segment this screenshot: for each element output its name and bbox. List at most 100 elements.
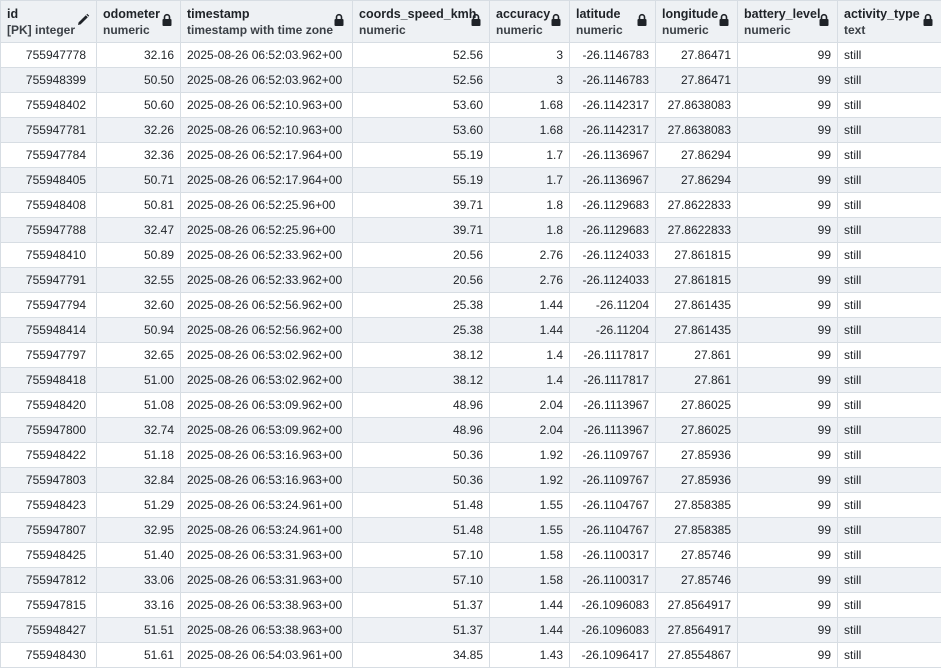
cell-longitude[interactable]: 27.86025: [655, 417, 738, 443]
cell-coords-speed-kmh[interactable]: 38.12: [352, 367, 490, 393]
cell-odometer[interactable]: 50.71: [96, 167, 181, 193]
cell-id[interactable]: 755948414: [0, 317, 97, 343]
cell-accuracy[interactable]: 1.55: [489, 492, 570, 518]
table-row[interactable]: 755948418 51.00 2025-08-26 06:53:02.962+00…: [0, 367, 941, 393]
cell-activity-type[interactable]: still: [837, 592, 941, 618]
cell-activity-type[interactable]: still: [837, 92, 941, 118]
cell-battery-level[interactable]: 99: [737, 592, 838, 618]
cell-latitude[interactable]: -26.1129683: [569, 192, 656, 218]
cell-id[interactable]: 755948422: [0, 442, 97, 468]
cell-latitude[interactable]: -26.1146783: [569, 42, 656, 68]
cell-battery-level[interactable]: 99: [737, 242, 838, 268]
cell-longitude[interactable]: 27.858385: [655, 492, 738, 518]
cell-accuracy[interactable]: 1.44: [489, 292, 570, 318]
cell-longitude[interactable]: 27.8564917: [655, 617, 738, 643]
cell-activity-type[interactable]: still: [837, 217, 941, 243]
cell-longitude[interactable]: 27.85936: [655, 467, 738, 493]
cell-longitude[interactable]: 27.858385: [655, 517, 738, 543]
cell-battery-level[interactable]: 99: [737, 317, 838, 343]
column-header-latitude[interactable]: latitude numeric: [569, 0, 656, 43]
cell-latitude[interactable]: -26.1096083: [569, 592, 656, 618]
cell-id[interactable]: 755947778: [0, 42, 97, 68]
cell-timestamp[interactable]: 2025-08-26 06:53:31.963+00: [180, 542, 353, 568]
cell-latitude[interactable]: -26.1100317: [569, 567, 656, 593]
cell-activity-type[interactable]: still: [837, 42, 941, 68]
cell-id[interactable]: 755948405: [0, 167, 97, 193]
cell-timestamp[interactable]: 2025-08-26 06:52:17.964+00: [180, 142, 353, 168]
cell-longitude[interactable]: 27.86471: [655, 42, 738, 68]
cell-timestamp[interactable]: 2025-08-26 06:53:24.961+00: [180, 517, 353, 543]
cell-battery-level[interactable]: 99: [737, 117, 838, 143]
cell-longitude[interactable]: 27.85936: [655, 442, 738, 468]
cell-odometer[interactable]: 32.47: [96, 217, 181, 243]
cell-timestamp[interactable]: 2025-08-26 06:52:03.962+00: [180, 67, 353, 93]
cell-timestamp[interactable]: 2025-08-26 06:53:38.963+00: [180, 617, 353, 643]
cell-accuracy[interactable]: 1.58: [489, 567, 570, 593]
column-header-id[interactable]: id [PK] integer: [0, 0, 97, 43]
cell-latitude[interactable]: -26.1146783: [569, 67, 656, 93]
cell-longitude[interactable]: 27.86025: [655, 392, 738, 418]
column-header-coords-speed-kmh[interactable]: coords_speed_kmh numeric: [352, 0, 490, 43]
cell-accuracy[interactable]: 1.8: [489, 192, 570, 218]
cell-coords-speed-kmh[interactable]: 52.56: [352, 67, 490, 93]
cell-longitude[interactable]: 27.86471: [655, 67, 738, 93]
table-row[interactable]: 755948422 51.18 2025-08-26 06:53:16.963+00…: [0, 442, 941, 468]
cell-coords-speed-kmh[interactable]: 50.36: [352, 467, 490, 493]
table-row[interactable]: 755948423 51.29 2025-08-26 06:53:24.961+00…: [0, 492, 941, 518]
cell-accuracy[interactable]: 1.4: [489, 342, 570, 368]
cell-timestamp[interactable]: 2025-08-26 06:52:10.963+00: [180, 92, 353, 118]
cell-activity-type[interactable]: still: [837, 242, 941, 268]
cell-battery-level[interactable]: 99: [737, 392, 838, 418]
cell-activity-type[interactable]: still: [837, 317, 941, 343]
cell-timestamp[interactable]: 2025-08-26 06:53:38.963+00: [180, 592, 353, 618]
cell-timestamp[interactable]: 2025-08-26 06:54:03.961+00: [180, 642, 353, 668]
table-row[interactable]: 755947778 32.16 2025-08-26 06:52:03.962+00…: [0, 42, 941, 68]
cell-id[interactable]: 755948399: [0, 67, 97, 93]
cell-id[interactable]: 755947815: [0, 592, 97, 618]
column-header-longitude[interactable]: longitude numeric: [655, 0, 738, 43]
cell-longitude[interactable]: 27.861815: [655, 242, 738, 268]
cell-accuracy[interactable]: 3: [489, 67, 570, 93]
cell-activity-type[interactable]: still: [837, 617, 941, 643]
cell-latitude[interactable]: -26.1136967: [569, 142, 656, 168]
cell-activity-type[interactable]: still: [837, 442, 941, 468]
cell-coords-speed-kmh[interactable]: 51.37: [352, 617, 490, 643]
cell-odometer[interactable]: 51.08: [96, 392, 181, 418]
cell-coords-speed-kmh[interactable]: 39.71: [352, 192, 490, 218]
cell-activity-type[interactable]: still: [837, 67, 941, 93]
cell-accuracy[interactable]: 1.92: [489, 467, 570, 493]
cell-odometer[interactable]: 51.00: [96, 367, 181, 393]
cell-accuracy[interactable]: 2.76: [489, 267, 570, 293]
cell-odometer[interactable]: 32.65: [96, 342, 181, 368]
cell-timestamp[interactable]: 2025-08-26 06:52:56.962+00: [180, 292, 353, 318]
cell-coords-speed-kmh[interactable]: 25.38: [352, 292, 490, 318]
cell-battery-level[interactable]: 99: [737, 342, 838, 368]
cell-coords-speed-kmh[interactable]: 57.10: [352, 567, 490, 593]
cell-id[interactable]: 755947788: [0, 217, 97, 243]
cell-accuracy[interactable]: 1.43: [489, 642, 570, 668]
cell-id[interactable]: 755948420: [0, 392, 97, 418]
cell-accuracy[interactable]: 1.44: [489, 617, 570, 643]
cell-activity-type[interactable]: still: [837, 142, 941, 168]
cell-timestamp[interactable]: 2025-08-26 06:52:03.962+00: [180, 42, 353, 68]
cell-longitude[interactable]: 27.86294: [655, 167, 738, 193]
cell-odometer[interactable]: 32.26: [96, 117, 181, 143]
cell-accuracy[interactable]: 1.44: [489, 592, 570, 618]
cell-battery-level[interactable]: 99: [737, 642, 838, 668]
cell-latitude[interactable]: -26.1129683: [569, 217, 656, 243]
cell-latitude[interactable]: -26.1113967: [569, 392, 656, 418]
cell-id[interactable]: 755947800: [0, 417, 97, 443]
table-row[interactable]: 755948408 50.81 2025-08-26 06:52:25.96+00 3…: [0, 192, 941, 218]
cell-timestamp[interactable]: 2025-08-26 06:52:25.96+00: [180, 192, 353, 218]
cell-battery-level[interactable]: 99: [737, 467, 838, 493]
cell-longitude[interactable]: 27.861435: [655, 292, 738, 318]
column-header-activity-type[interactable]: activity_type text: [837, 0, 941, 43]
cell-id[interactable]: 755947797: [0, 342, 97, 368]
cell-longitude[interactable]: 27.861: [655, 342, 738, 368]
cell-coords-speed-kmh[interactable]: 48.96: [352, 417, 490, 443]
cell-latitude[interactable]: -26.1104767: [569, 492, 656, 518]
cell-accuracy[interactable]: 2.76: [489, 242, 570, 268]
cell-coords-speed-kmh[interactable]: 38.12: [352, 342, 490, 368]
cell-id[interactable]: 755947784: [0, 142, 97, 168]
cell-battery-level[interactable]: 99: [737, 417, 838, 443]
